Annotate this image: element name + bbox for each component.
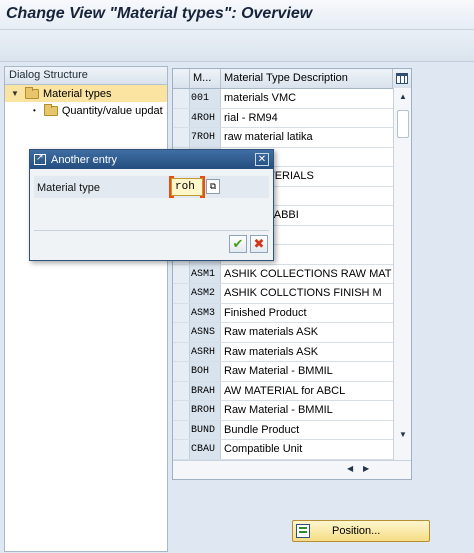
tree-node-label: Material types [43, 87, 112, 100]
select-all-header[interactable] [173, 69, 190, 88]
row-selector[interactable] [173, 342, 190, 361]
vertical-scrollbar[interactable]: ▲ ▼ [393, 88, 411, 460]
row-selector[interactable] [173, 89, 190, 108]
expand-arrow-icon[interactable]: ▼ [11, 89, 19, 98]
material-type-code: BOH [190, 362, 221, 381]
table-settings-button[interactable] [393, 69, 411, 88]
material-type-input[interactable]: roh [171, 178, 203, 196]
table-header: M... Material Type Description [173, 69, 411, 89]
application-toolbar [0, 30, 474, 62]
material-type-code: 7ROH [190, 128, 221, 147]
material-type-label: Material type [37, 182, 100, 194]
material-type-description[interactable]: Compatible Unit [221, 440, 393, 459]
dialog-structure-panel: Dialog Structure ▼ Material types • Quan… [4, 66, 168, 552]
dialog-title-bar: Another entry ✕ [30, 150, 273, 169]
folder-icon [43, 103, 58, 116]
material-type-code: 4ROH [190, 108, 221, 127]
focus-bracket-right [200, 176, 205, 198]
row-selector[interactable] [173, 420, 190, 439]
row-selector[interactable] [173, 362, 190, 381]
focus-bracket-left [169, 176, 174, 198]
tree-bullet: • [33, 106, 36, 115]
row-selector[interactable] [173, 303, 190, 322]
table-row[interactable]: BUND Bundle Product [173, 420, 411, 440]
material-type-description[interactable]: Raw Material - BMMIL [221, 401, 393, 420]
material-type-code: ASNS [190, 323, 221, 342]
tree-node-label: Quantity/value updat [61, 104, 163, 117]
position-button-label: Position... [332, 525, 381, 537]
position-button[interactable]: Position... [292, 520, 430, 542]
material-type-description[interactable]: Raw materials ASK [221, 342, 393, 361]
column-header-material-type[interactable]: M... [190, 69, 221, 88]
horizontal-scrollbar[interactable]: ◀ ▶ [173, 460, 411, 479]
material-type-description[interactable]: AW MATERIAL for ABCL [221, 381, 393, 400]
value-help-icon[interactable]: ⧉ [206, 179, 220, 194]
material-type-description[interactable]: Raw Material - BMMIL [221, 362, 393, 381]
page-title: Change View "Material types": Overview [6, 5, 313, 22]
table-row[interactable]: ASRH Raw materials ASK [173, 342, 411, 362]
scroll-up-icon[interactable]: ▲ [397, 91, 409, 103]
material-type-description[interactable]: Bundle Product [221, 420, 393, 439]
row-selector[interactable] [173, 381, 190, 400]
material-type-code: BROH [190, 401, 221, 420]
table-row[interactable]: ASNS Raw materials ASK [173, 323, 411, 343]
material-type-code: 001 [190, 89, 221, 108]
table-row[interactable]: ASM1 ASHIK COLLECTIONS RAW MAT [173, 264, 411, 284]
tree-node-quantity-value-update[interactable]: • Quantity/value updat [5, 102, 167, 119]
table-row[interactable]: 001 materials VMC [173, 89, 411, 109]
table-settings-icon [396, 73, 408, 84]
table-row[interactable]: BROH Raw Material - BMMIL [173, 401, 411, 421]
cancel-button[interactable]: ✖ [250, 235, 268, 253]
material-type-description[interactable]: raw material latika [221, 128, 393, 147]
title-bar: Change View "Material types": Overview [0, 0, 474, 30]
close-icon[interactable]: ✕ [255, 153, 269, 166]
material-type-description[interactable]: ASHIK COLLCTIONS FINISH M [221, 284, 393, 303]
another-entry-dialog: Another entry ✕ Material type roh ⧉ ✔ ✖ [29, 149, 274, 261]
table-row[interactable]: 7ROH raw material latika [173, 128, 411, 148]
material-type-code: ASM1 [190, 264, 221, 283]
row-selector[interactable] [173, 284, 190, 303]
material-type-row: Material type roh ⧉ [34, 176, 269, 198]
table-row[interactable]: 4ROH rial - RM94 [173, 108, 411, 128]
table-row[interactable]: CBAU Compatible Unit [173, 440, 411, 460]
table-row[interactable]: BRAH AW MATERIAL for ABCL [173, 381, 411, 401]
scroll-right-icon[interactable]: ▶ [363, 464, 369, 473]
row-selector[interactable] [173, 401, 190, 420]
dialog-title: Another entry [51, 153, 118, 166]
material-type-code: ASM3 [190, 303, 221, 322]
material-type-description[interactable]: ASHIK COLLECTIONS RAW MAT [221, 264, 393, 283]
table-row[interactable]: ASM3 Finished Product [173, 303, 411, 323]
position-icon [296, 524, 310, 538]
row-selector[interactable] [173, 108, 190, 127]
scroll-left-icon[interactable]: ◀ [347, 464, 353, 473]
material-type-description[interactable]: Finished Product [221, 303, 393, 322]
folder-icon [25, 86, 39, 99]
material-type-code: ASRH [190, 342, 221, 361]
row-selector[interactable] [173, 440, 190, 459]
row-selector[interactable] [173, 128, 190, 147]
row-selector[interactable] [173, 323, 190, 342]
column-header-description[interactable]: Material Type Description [221, 69, 393, 88]
material-type-description[interactable]: Raw materials ASK [221, 323, 393, 342]
dialog-entry-icon [34, 152, 46, 165]
table-row[interactable]: ASM2 ASHIK COLLCTIONS FINISH M [173, 284, 411, 304]
material-type-description[interactable]: rial - RM94 [221, 108, 393, 127]
continue-button[interactable]: ✔ [229, 235, 247, 253]
material-type-code: CBAU [190, 440, 221, 459]
tree-node-material-types[interactable]: ▼ Material types [5, 85, 167, 102]
material-type-code: ASM2 [190, 284, 221, 303]
scroll-down-icon[interactable]: ▼ [397, 429, 409, 441]
table-body: 001 materials VMC 4ROH rial - RM94 7ROH raw m… [173, 89, 411, 460]
material-type-code: BUND [190, 420, 221, 439]
row-selector[interactable] [173, 264, 190, 283]
scroll-thumb[interactable] [397, 110, 409, 138]
material-type-description[interactable]: materials VMC [221, 89, 393, 108]
table-row[interactable]: BOH Raw Material - BMMIL [173, 362, 411, 382]
material-types-table: M... Material Type Description 001 materi… [172, 68, 412, 480]
dialog-structure-header: Dialog Structure [5, 67, 167, 85]
material-type-code: BRAH [190, 381, 221, 400]
